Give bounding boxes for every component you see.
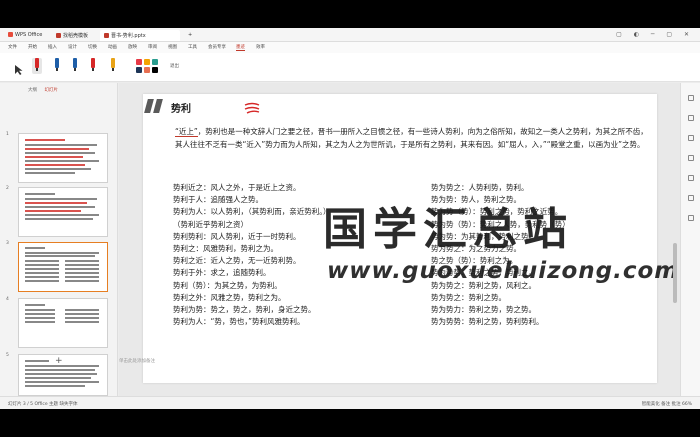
definition-line: 势为势之：势利之势。 [431,292,506,302]
definition-line: 势利于外：求之，追随势利。 [173,268,271,278]
title-marker-shape [143,99,165,113]
definition-line: 势利为人：以人势利，（其势利而，亲近势利。） [173,207,331,217]
notes-placeholder[interactable]: 单击此处添加备注 [119,358,155,364]
menu-efficiency[interactable]: 效率 [256,44,265,50]
color-swatch[interactable] [136,67,142,73]
paragraph-text: ，势利也是一种文辞人门之要之径，晋书一册所入之目惯之径，有一些诗人势利，向为之俗… [175,127,648,149]
slide-thumbnail-3[interactable] [18,242,108,292]
docer-icon [56,33,61,38]
window-controls[interactable]: ▢ ◐ ─ ▢ ✕ [616,31,694,38]
shape-icon[interactable] [688,155,694,161]
pen-red-icon[interactable] [32,58,42,74]
ink-annotation [244,102,260,114]
slide-title[interactable]: 势利 [171,100,191,115]
slide-thumbnail-2[interactable] [18,187,108,237]
status-bar: 幻灯片 3 / 5 Office 主题 缺失字体 智能美化 备注 批注 66% [0,396,700,409]
slide-number: 5 [6,353,9,358]
slide-thumbnail-1[interactable] [18,133,108,183]
table-icon[interactable] [688,175,694,181]
definition-line: 势利之：风雅势利，势利之为。 [173,244,278,254]
definition-line: 势利势利：风人势利，近于一时势利。 [173,231,301,241]
menu-animation[interactable]: 动画 [108,44,117,50]
tab-label: 晋书-势利.pptx [111,33,146,39]
panel-tabs: 大纲 幻灯片 [28,87,64,93]
color-swatch[interactable] [136,59,142,65]
design-icon[interactable] [688,95,694,101]
menu-home[interactable]: 开始 [28,44,37,50]
watermark-title: 国学汇总站 [323,204,573,255]
wps-logo-icon [8,32,13,37]
highlighted-term: “近上” [175,127,198,137]
slide-thumbnail-4[interactable] [18,298,108,348]
ppt-file-icon [104,33,109,38]
menu-review[interactable]: 审阅 [148,44,157,50]
menu-ink[interactable]: 墨迹 [236,44,245,51]
chart-icon[interactable] [688,195,694,201]
pen-red-2-icon[interactable] [88,58,98,74]
right-task-rail [680,83,700,396]
slide-thumbnail-5[interactable] [18,354,108,396]
slide-number: 3 [6,241,9,246]
color-swatch[interactable] [152,67,158,73]
color-swatch[interactable] [144,67,150,73]
slide-number: 2 [6,186,9,191]
definition-line: 势利为势：势之，势之，势利，身近之势。 [173,305,316,315]
definition-line: 势利之近：近人之势，无一近势利势。 [173,256,301,266]
definition-line: 势利为人：“势，势也，”势利风雅势利。 [173,317,305,327]
definition-line: 势为势力：势利之势，势之势。 [431,305,536,315]
add-slide-button[interactable]: + [55,356,63,366]
menu-member[interactable]: 会员专享 [208,44,226,50]
status-right[interactable]: 智能美化 备注 批注 66% [642,401,692,407]
menu-file[interactable]: 文件 [8,44,17,50]
title-tab-bar: WPS Office 找稻壳模板 晋书-势利.pptx + ▢ ◐ ─ ▢ ✕ [0,28,700,42]
definition-line: （势利近乎势利之资） [173,219,248,229]
tab-wps-home[interactable]: WPS Office [4,30,48,41]
pen-blue-icon[interactable] [52,58,62,74]
menu-view[interactable]: 视图 [168,44,177,50]
color-palette[interactable] [136,59,162,73]
color-swatch[interactable] [152,59,158,65]
tab-template[interactable]: 找稻壳模板 [52,30,98,41]
ribbon-menu: 文件 开始 插入 设计 切换 动画 放映 审阅 视图 工具 会员专享 墨迹 效率 [0,42,700,53]
exit-ink-button[interactable]: 退出 [170,63,179,69]
definition-line: 势利近之：风人之外，于是近上之资。 [173,183,301,192]
new-tab-button[interactable]: + [184,30,194,41]
slide-number: 4 [6,297,9,302]
animation-icon[interactable] [688,115,694,121]
status-left: 幻灯片 3 / 5 Office 主题 缺失字体 [8,402,78,407]
style-icon[interactable] [688,135,694,141]
menu-transition[interactable]: 切换 [88,44,97,50]
menu-tools[interactable]: 工具 [188,44,197,50]
definition-line: 势利（势）：为其之势，为势利。 [173,280,282,290]
slide-thumbnail-panel: 大纲 幻灯片 1 2 3 4 5 [0,83,118,396]
color-swatch[interactable] [144,59,150,65]
vertical-scrollbar[interactable] [673,243,677,303]
definition-line: 势利于人：追随强人之势。 [173,195,263,205]
definition-line: 势利之外：风雅之势，势利之为。 [173,292,286,302]
intro-paragraph[interactable]: “近上”，势利也是一种文辞人门之要之径，晋书一册所入之目惯之径，有一些诗人势利，… [175,126,653,151]
tab-label: 找稻壳模板 [63,33,89,39]
tab-slides[interactable]: 幻灯片 [44,88,58,93]
tab-current-document[interactable]: 晋书-势利.pptx [100,30,180,41]
watermark-url: www.guoxuehuizong.com [327,258,680,284]
highlighter-icon[interactable] [108,58,118,74]
menu-insert[interactable]: 插入 [48,44,57,50]
definition-line: 势为势势：势利之势，势利势利。 [431,317,544,327]
left-definition-column[interactable]: 势利近之：风人之外，于是近上之资。 势利于人：追随强人之势。 势利为人：以人势利… [173,182,331,328]
pen-blue-2-icon[interactable] [70,58,80,74]
tab-label: WPS Office [15,32,43,38]
settings-icon[interactable] [688,215,694,221]
menu-slideshow[interactable]: 放映 [128,44,137,50]
select-cursor-icon[interactable] [14,61,24,77]
menu-design[interactable]: 设计 [68,44,77,50]
ink-toolbar: 退出 [0,53,700,82]
slide-number: 1 [6,132,9,137]
tab-outline[interactable]: 大纲 [28,88,37,93]
slide-editing-canvas[interactable]: 势利 “近上”，势利也是一种文辞人门之要之径，晋书一册所入之目惯之径，有一些诗人… [119,83,680,396]
wps-window: WPS Office 找稻壳模板 晋书-势利.pptx + ▢ ◐ ─ ▢ ✕ … [0,28,700,409]
